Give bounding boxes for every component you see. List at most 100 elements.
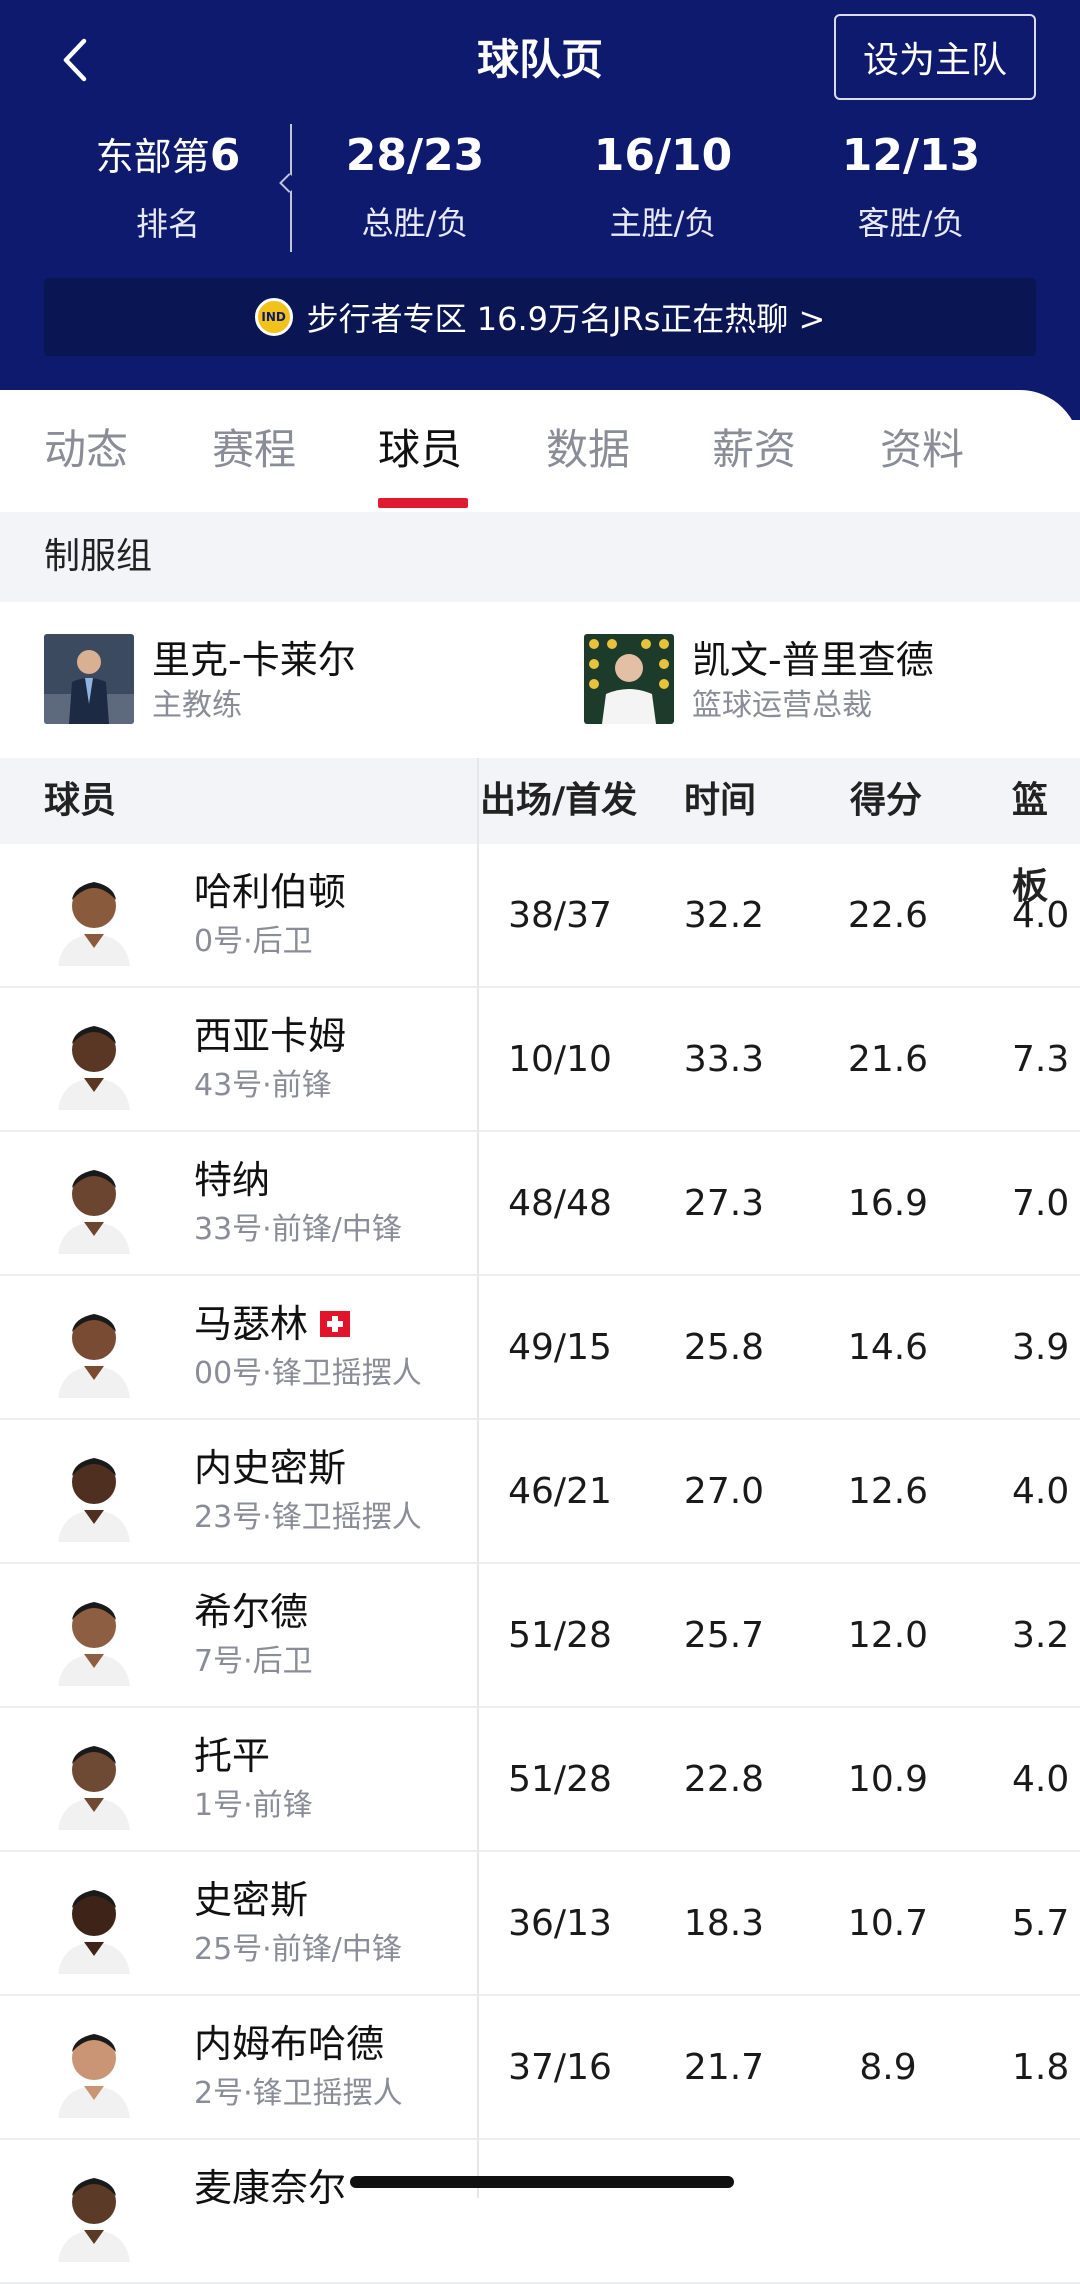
staff-card-head-coach[interactable]: 里克-卡莱尔 主教练 — [44, 634, 356, 724]
tab-bar: 动态 赛程 球员 数据 薪资 资料 — [0, 390, 1080, 512]
rank-prefix: 东部第 — [95, 135, 210, 179]
player-name: 哈利伯顿 — [194, 866, 346, 918]
games-started-cell: 36/13 — [508, 1903, 612, 1944]
staff-name: 凯文-普里查德 — [692, 638, 934, 682]
table-row[interactable]: 内姆布哈德 2号·锋卫摇摆人 37/16 21.7 8.9 1.8 — [0, 1996, 1080, 2140]
minutes-cell: 27.0 — [683, 1471, 765, 1512]
points-cell: 21.6 — [847, 1039, 929, 1080]
tab-schedule[interactable]: 赛程 — [212, 420, 296, 480]
tab-stats[interactable]: 数据 — [546, 420, 630, 480]
player-avatar — [58, 2034, 130, 2118]
minutes-cell: 18.3 — [683, 1903, 765, 1944]
player-avatar — [58, 1026, 130, 1110]
table-row[interactable]: 内史密斯 23号·锋卫摇摆人 46/21 27.0 12.6 4.0 — [0, 1420, 1080, 1564]
overall-record-label: 总胜/负 — [361, 204, 469, 242]
staff-section-title: 制服组 — [0, 512, 1080, 602]
games-started-cell: 37/16 — [508, 2047, 612, 2088]
table-row[interactable]: 马瑟林 00号·锋卫摇摆人 49/15 25.8 14.6 3.9 — [0, 1276, 1080, 1420]
minutes-cell: 32.2 — [683, 895, 765, 936]
player-name-text: 特纳 — [194, 1158, 271, 1202]
games-started-cell: 10/10 — [508, 1039, 612, 1080]
frozen-column-divider — [477, 758, 479, 2198]
staff-name: 里克-卡莱尔 — [152, 638, 356, 682]
player-avatar — [58, 1314, 130, 1398]
games-started-cell: 49/15 — [508, 1327, 612, 1368]
player-name-text: 内姆布哈德 — [194, 2022, 385, 2066]
rank-value: 6 — [209, 130, 241, 181]
banner-text: 步行者专区 16.9万名JRs正在热聊 > — [306, 300, 826, 338]
points-cell: 10.7 — [847, 1903, 929, 1944]
table-row[interactable]: 托平 1号·前锋 51/28 22.8 10.9 4.0 — [0, 1708, 1080, 1852]
player-avatar — [58, 1602, 130, 1686]
rebounds-cell: 3.2 — [1012, 1615, 1070, 1656]
overall-record-value: 28/23 — [345, 130, 485, 181]
player-number-position: 7号·后卫 — [194, 1644, 313, 1679]
home-record-label: 主胜/负 — [609, 204, 717, 242]
staff-role: 篮球运营总裁 — [692, 688, 872, 723]
player-name-text: 希尔德 — [194, 1590, 309, 1634]
player-avatar — [58, 2178, 130, 2262]
player-number-position: 2号·锋卫摇摆人 — [194, 2076, 403, 2111]
player-name: 西亚卡姆 — [194, 1010, 346, 1062]
header-games[interactable]: 出场/首发 — [480, 758, 637, 844]
active-tab-indicator — [378, 498, 468, 508]
table-row[interactable]: 史密斯 25号·前锋/中锋 36/13 18.3 10.7 5.7 — [0, 1852, 1080, 1996]
player-avatar — [58, 1170, 130, 1254]
tab-salary[interactable]: 薪资 — [712, 420, 796, 480]
player-name: 托平 — [194, 1730, 270, 1782]
away-record-stat: 12/13 客胜/负 — [826, 124, 996, 248]
player-number-position: 00号·锋卫摇摆人 — [194, 1356, 422, 1391]
minutes-cell: 22.8 — [683, 1759, 765, 1800]
player-name: 马瑟林 — [194, 1298, 351, 1350]
player-avatar — [58, 1890, 130, 1974]
rebounds-cell: 4.0 — [1012, 895, 1070, 936]
table-row[interactable]: 哈利伯顿 0号·后卫 38/37 32.2 22.6 4.0 — [0, 844, 1080, 988]
table-row[interactable]: 希尔德 7号·后卫 51/28 25.7 12.0 3.2 — [0, 1564, 1080, 1708]
team-forum-banner[interactable]: IND 步行者专区 16.9万名JRs正在热聊 > — [44, 278, 1036, 356]
away-record-value: 12/13 — [841, 130, 981, 181]
player-name: 特纳 — [194, 1154, 270, 1206]
player-avatar — [58, 1746, 130, 1830]
rebounds-cell: 4.0 — [1012, 1471, 1070, 1512]
tab-players[interactable]: 球员 — [378, 420, 462, 480]
table-row[interactable]: 西亚卡姆 43号·前锋 10/10 33.3 21.6 7.3 — [0, 988, 1080, 1132]
player-name-text: 内史密斯 — [194, 1446, 347, 1490]
minutes-cell: 21.7 — [683, 2047, 765, 2088]
points-cell: 10.9 — [847, 1759, 929, 1800]
rebounds-cell: 7.3 — [1012, 1039, 1070, 1080]
player-name: 史密斯 — [194, 1874, 308, 1926]
header-points[interactable]: 得分 — [850, 758, 922, 844]
team-header: 球队页 设为主队 东部第6 排名 28/23 总胜/负 16/10 主胜/负 1… — [0, 0, 1080, 420]
player-number-position: 25号·前锋/中锋 — [194, 1932, 402, 1967]
home-record-stat: 16/10 主胜/负 — [578, 124, 748, 248]
home-record-value: 16/10 — [593, 130, 733, 181]
home-indicator — [350, 2176, 734, 2188]
staff-card-president[interactable]: 凯文-普里查德 篮球运营总裁 — [584, 634, 934, 724]
tab-profile[interactable]: 资料 — [880, 420, 964, 480]
table-row[interactable]: 麦康奈尔 — [0, 2140, 1080, 2284]
games-started-cell: 48/48 — [508, 1183, 612, 1224]
points-cell: 8.9 — [859, 2047, 917, 2088]
header-player[interactable]: 球员 — [44, 758, 116, 844]
minutes-cell: 25.8 — [683, 1327, 765, 1368]
player-number-position: 23号·锋卫摇摆人 — [194, 1500, 422, 1535]
set-home-team-button[interactable]: 设为主队 — [834, 14, 1036, 100]
player-name: 内史密斯 — [194, 1442, 346, 1494]
table-row[interactable]: 特纳 33号·前锋/中锋 48/48 27.3 16.9 7.0 — [0, 1132, 1080, 1276]
overall-record-stat: 28/23 总胜/负 — [330, 124, 500, 248]
header-minutes[interactable]: 时间 — [684, 758, 756, 844]
player-name-text: 托平 — [194, 1734, 271, 1778]
rank-label: 排名 — [135, 205, 200, 243]
player-name: 麦康奈尔 — [194, 2162, 346, 2214]
rebounds-cell: 3.9 — [1012, 1327, 1070, 1368]
points-cell: 14.6 — [847, 1327, 929, 1368]
player-name: 内姆布哈德 — [194, 2018, 384, 2070]
player-name-text: 哈利伯顿 — [194, 870, 347, 914]
tab-news[interactable]: 动态 — [44, 420, 128, 480]
games-started-cell: 38/37 — [508, 895, 612, 936]
away-record-label: 客胜/负 — [857, 204, 965, 242]
games-started-cell: 51/28 — [508, 1759, 612, 1800]
player-number-position: 0号·后卫 — [194, 924, 313, 959]
pacers-logo-icon: IND — [254, 298, 293, 336]
games-started-cell: 51/28 — [508, 1615, 612, 1656]
